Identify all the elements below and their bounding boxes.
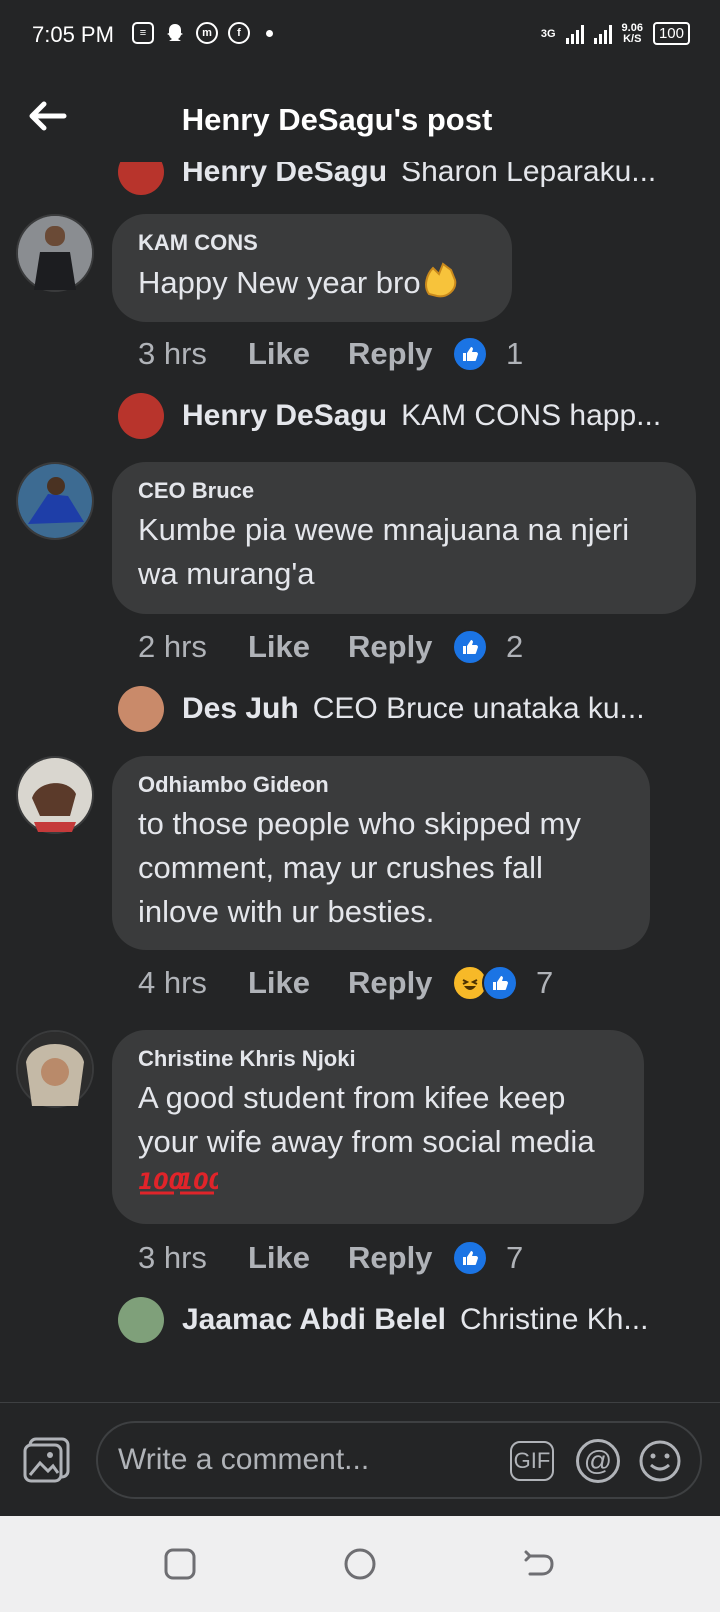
- reply-author[interactable]: Henry DeSagu: [182, 399, 387, 433]
- like-button[interactable]: Like: [248, 1240, 348, 1276]
- comment-bubble[interactable]: Odhiambo Gideon to those people who skip…: [112, 756, 650, 950]
- home-icon[interactable]: [342, 1546, 378, 1582]
- page-header: Henry DeSagu's post: [0, 72, 720, 162]
- reply-preview[interactable]: Henry DeSagu KAM CONS happ...: [118, 392, 698, 440]
- reaction-count: 2: [506, 629, 524, 664]
- reaction-count: 1: [506, 336, 524, 371]
- page-title: Henry DeSagu's post: [181, 102, 493, 137]
- avatar[interactable]: [16, 756, 94, 834]
- photo-icon[interactable]: [22, 1435, 72, 1485]
- signal-icon-2: [593, 24, 612, 44]
- reply-preview[interactable]: Jaamac Abdi Belel Christine Kh...: [118, 1296, 698, 1344]
- news-icon: ≡: [132, 22, 154, 44]
- recent-apps-icon[interactable]: [162, 1546, 198, 1582]
- avatar[interactable]: [118, 393, 164, 439]
- reply-button[interactable]: Reply: [348, 1240, 452, 1276]
- comment-author[interactable]: KAM CONS: [138, 230, 486, 256]
- comment-text: Happy New year bro: [138, 265, 421, 301]
- comment-thread[interactable]: Henry DeSagu Sharon Leparaku... KAM CONS…: [0, 162, 720, 1402]
- clock: 7:05 PM: [32, 22, 114, 47]
- network-speed: 9.06 K/S: [621, 21, 643, 45]
- comment-bubble[interactable]: KAM CONS Happy New year bro: [112, 214, 512, 322]
- comment-field[interactable]: GIF @: [96, 1421, 702, 1499]
- avatar[interactable]: [16, 1030, 94, 1108]
- comment-author[interactable]: CEO Bruce: [138, 478, 670, 504]
- comment-timestamp: 3 hrs: [138, 336, 207, 371]
- comment-actions: 3 hrs Like Reply 1: [138, 334, 523, 374]
- reply-button[interactable]: Reply: [348, 629, 452, 665]
- messenger-icon: m: [196, 22, 218, 44]
- comment-actions: 3 hrs Like Reply 7: [138, 1238, 523, 1278]
- facebook-icon: f: [228, 22, 250, 44]
- reply-author[interactable]: Des Juh: [182, 692, 299, 726]
- reply-snippet: CEO Bruce unataka ku...: [312, 692, 645, 725]
- system-nav-bar: [0, 1516, 720, 1612]
- comment-bubble[interactable]: CEO Bruce Kumbe pia wewe mnajuana na nje…: [112, 462, 696, 614]
- like-button[interactable]: Like: [248, 629, 348, 665]
- reply-author[interactable]: Jaamac Abdi Belel: [182, 1303, 446, 1337]
- comment-composer: GIF @: [0, 1402, 720, 1517]
- hundred-points-icon: 100100: [138, 1165, 224, 1211]
- reply-button[interactable]: Reply: [348, 336, 452, 372]
- avatar[interactable]: [118, 686, 164, 732]
- network-type: 3G: [540, 27, 556, 40]
- clapping-hands-icon: [421, 260, 461, 310]
- comment-actions: 2 hrs Like Reply 2: [138, 627, 523, 667]
- emoji-icon[interactable]: [638, 1439, 682, 1483]
- reply-button[interactable]: Reply: [348, 965, 452, 1001]
- notification-icons: ≡ m f: [132, 22, 273, 44]
- reaction-summary[interactable]: 1: [452, 336, 523, 372]
- reply-snippet: KAM CONS happ...: [401, 399, 662, 432]
- avatar[interactable]: [118, 1297, 164, 1343]
- comment-author[interactable]: Odhiambo Gideon: [138, 772, 624, 798]
- back-nav-icon[interactable]: [522, 1546, 558, 1582]
- avatar[interactable]: [118, 162, 164, 195]
- reply-preview[interactable]: Des Juh CEO Bruce unataka ku...: [118, 685, 698, 733]
- avatar[interactable]: [16, 462, 94, 540]
- reaction-count: 7: [536, 965, 554, 1000]
- comment-timestamp: 2 hrs: [138, 629, 207, 664]
- comment-input[interactable]: [118, 1441, 478, 1479]
- reply-snippet: Sharon Leparaku...: [401, 162, 657, 188]
- comment-actions: 4 hrs Like Reply 7: [138, 963, 553, 1003]
- reaction-summary[interactable]: 7: [452, 965, 553, 1001]
- comment-bubble[interactable]: Christine Khris Njoki A good student fro…: [112, 1030, 644, 1224]
- comment-text: to those people who skipped my comment, …: [138, 806, 581, 929]
- comment-timestamp: 3 hrs: [138, 1240, 207, 1275]
- reply-snippet: Christine Kh...: [460, 1303, 649, 1336]
- comment-text: Kumbe pia wewe mnajuana na njeri wa mura…: [138, 512, 630, 591]
- like-reaction-icon: [482, 965, 518, 1001]
- mention-button[interactable]: @: [576, 1439, 620, 1483]
- like-button[interactable]: Like: [248, 336, 348, 372]
- like-reaction-icon: [452, 336, 488, 372]
- avatar[interactable]: [16, 214, 94, 292]
- gif-button[interactable]: GIF: [510, 1441, 554, 1481]
- battery-indicator: 100: [652, 22, 690, 45]
- signal-icon: [565, 24, 584, 44]
- status-bar: 7:05 PM ≡ m f 3G 9.06 K/S 100: [0, 0, 720, 72]
- like-reaction-icon: [452, 1240, 488, 1276]
- comment-author[interactable]: Christine Khris Njoki: [138, 1046, 618, 1072]
- reply-author[interactable]: Henry DeSagu: [182, 162, 387, 189]
- svg-text:100: 100: [178, 1170, 218, 1195]
- system-indicators: 3G 9.06 K/S 100: [541, 22, 690, 45]
- like-button[interactable]: Like: [248, 965, 348, 1001]
- comment-timestamp: 4 hrs: [138, 965, 207, 1000]
- reaction-summary[interactable]: 2: [452, 629, 523, 665]
- comment-text: A good student from kifee keep your wife…: [138, 1080, 595, 1159]
- reply-preview[interactable]: Henry DeSagu Sharon Leparaku...: [118, 162, 698, 196]
- reaction-summary[interactable]: 7: [452, 1240, 523, 1276]
- like-reaction-icon: [452, 629, 488, 665]
- more-notifications-dot: [266, 29, 273, 37]
- snapchat-icon: [164, 22, 186, 44]
- reaction-count: 7: [506, 1240, 524, 1275]
